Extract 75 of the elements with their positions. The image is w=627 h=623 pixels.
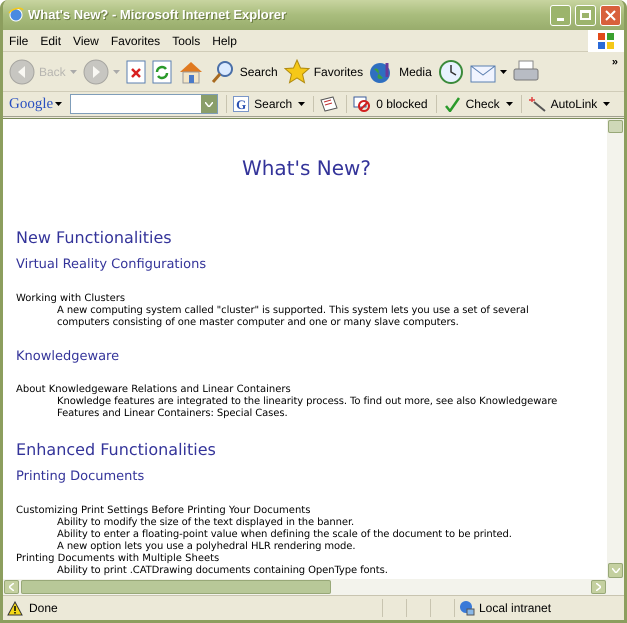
zone-label: Local intranet (479, 600, 552, 617)
google-g-icon: G (233, 96, 250, 112)
subsection-heading: Printing Documents (16, 468, 146, 486)
close-icon (605, 10, 616, 20)
search-field[interactable] (70, 94, 218, 114)
google-toolbar-button[interactable]: 0 blocked (353, 95, 428, 113)
warning-icon (7, 600, 23, 616)
toolbar-button[interactable]: Search (210, 58, 278, 84)
dropdown-button[interactable] (201, 95, 218, 113)
chevron-left-icon (9, 583, 14, 591)
magnifier-icon (210, 58, 236, 84)
menu-item[interactable]: Edit (34, 32, 68, 50)
spellcheck-icon (442, 96, 461, 112)
newspaper-icon[interactable] (320, 96, 338, 112)
section-heading: Enhanced Functionalities (16, 439, 217, 461)
caret-icon[interactable] (55, 102, 62, 106)
blocked-popup-icon (353, 96, 372, 112)
entry-description: Ability to enter a floating-point value when defining the scale of the document to be printed. (56, 528, 513, 540)
entry-term: Working with Clusters (16, 292, 126, 304)
toolbar-button[interactable] (152, 60, 172, 84)
toolbar-button[interactable]: Media (369, 58, 432, 84)
stop-icon (126, 60, 146, 84)
google-logo[interactable]: Google (9, 92, 54, 116)
caret-icon[interactable] (298, 102, 306, 106)
minimize-button[interactable] (550, 4, 571, 26)
magic-wand-icon (528, 96, 546, 112)
menu-item[interactable]: View (67, 32, 105, 50)
entry-description: A new computing system called "cluster" is supported. This system lets you use a set of several computers consisting of one master computer and one or many slave computers. (56, 304, 530, 328)
chevron-down-icon (205, 102, 214, 106)
close-button[interactable] (600, 4, 621, 26)
caret-icon[interactable] (603, 102, 610, 106)
scroll-right-button[interactable] (591, 580, 606, 594)
toolbar-button[interactable] (126, 60, 146, 84)
clock-icon (438, 58, 464, 84)
maximize-button[interactable] (575, 4, 596, 26)
scroll-thumb[interactable] (608, 120, 623, 133)
star-icon (284, 58, 310, 84)
toolbar-overflow-button[interactable]: » (612, 54, 618, 70)
toolbar-button[interactable]: Favorites (284, 58, 364, 84)
refresh-icon (152, 60, 172, 84)
caret-icon[interactable] (500, 70, 507, 74)
section-heading: New Functionalities (16, 227, 173, 249)
window-title: What's New? - Microsoft Internet Explorer (28, 6, 288, 24)
printer-icon (512, 60, 539, 84)
entry-term: Customizing Print Settings Before Printing Your Documents (16, 504, 312, 516)
chevron-down-icon (612, 568, 620, 573)
entry-term: Printing Documents with Multiple Sheets (16, 552, 220, 564)
entry-description: Ability to print .CATDrawing documents containing OpenType fonts. (56, 564, 389, 576)
caret-icon[interactable] (506, 102, 513, 106)
status-text: Done (29, 600, 59, 617)
menu-item[interactable]: File (3, 32, 34, 50)
menu-item[interactable]: Favorites (104, 32, 166, 50)
menu-item[interactable]: Help (206, 32, 243, 50)
scroll-down-button[interactable] (608, 563, 623, 578)
menu-item[interactable]: Tools (166, 32, 206, 50)
toolbar-button[interactable] (438, 58, 464, 84)
google-toolbar-button[interactable]: G Search (233, 95, 292, 113)
chevron-right-icon (596, 583, 601, 591)
entry-description: A new option lets you use a polyhedral HLR rendering mode. (56, 540, 356, 552)
toolbar-button[interactable] (512, 60, 539, 84)
subsection-heading: Knowledgeware (16, 348, 120, 366)
vertical-scrollbar[interactable] (607, 119, 624, 579)
entry-description: Knowledge features are integrated to the linearity process. To find out more, see also Knowledgeware Features and Linear Containers: Special Cases. (56, 396, 558, 420)
page-title: What's New? (240, 155, 372, 182)
network-globe-icon (459, 600, 475, 616)
subsection-heading: Virtual Reality Configurations (16, 256, 208, 274)
google-toolbar-button[interactable]: Check (442, 95, 500, 113)
scroll-thumb[interactable] (21, 580, 331, 594)
google-toolbar-button[interactable]: AutoLink (528, 95, 598, 113)
entry-description: Ability to modify the size of the text displayed in the banner. (56, 516, 356, 528)
windows-flag-icon (588, 30, 624, 52)
scroll-left-button[interactable] (4, 580, 19, 594)
browser-e-icon (8, 7, 24, 23)
entry-term: About Knowledgeware Relations and Linear Containers (16, 384, 292, 396)
horizontal-scrollbar[interactable] (3, 579, 624, 596)
